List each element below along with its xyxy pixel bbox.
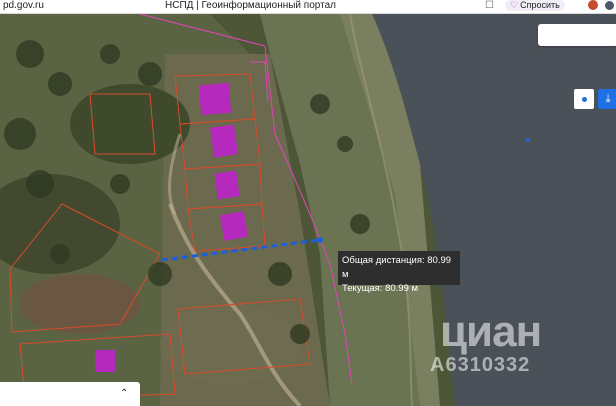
updown-chevron-icon: ⌃ — [120, 388, 129, 399]
watermark-code: A6310332 — [430, 354, 531, 376]
ask-label: Спросить — [520, 0, 560, 10]
search-input[interactable] — [538, 24, 616, 46]
locate-button[interactable] — [574, 89, 594, 109]
download-icon: ⤓ — [605, 93, 611, 105]
total-distance: Общая дистанция: 80.99 м — [342, 255, 452, 280]
extension-icon[interactable] — [588, 0, 598, 10]
download-button[interactable]: ⤓ — [598, 89, 616, 109]
locate-icon — [581, 96, 587, 102]
url-text[interactable]: pd.gov.ru — [3, 0, 44, 12]
ask-button[interactable]: ♡ Спросить — [505, 0, 565, 11]
bookmark-icon[interactable]: ☐ — [485, 0, 494, 12]
page-title: НСПД | Геоинформационный портал — [165, 0, 336, 11]
distance-tooltip: Общая дистанция: 80.99 м Текущая: 80.99 … — [338, 251, 460, 294]
layer-select[interactable]: ⌃ — [0, 382, 140, 406]
profile-icon[interactable] — [605, 1, 614, 10]
heart-ask-icon: ♡ — [510, 0, 519, 10]
current-distance: Текущая: 80.99 м — [342, 283, 419, 294]
watermark-logo: циан — [440, 307, 542, 356]
browser-toolbar: pd.gov.ru НСПД | Геоинформационный порта… — [0, 0, 616, 14]
